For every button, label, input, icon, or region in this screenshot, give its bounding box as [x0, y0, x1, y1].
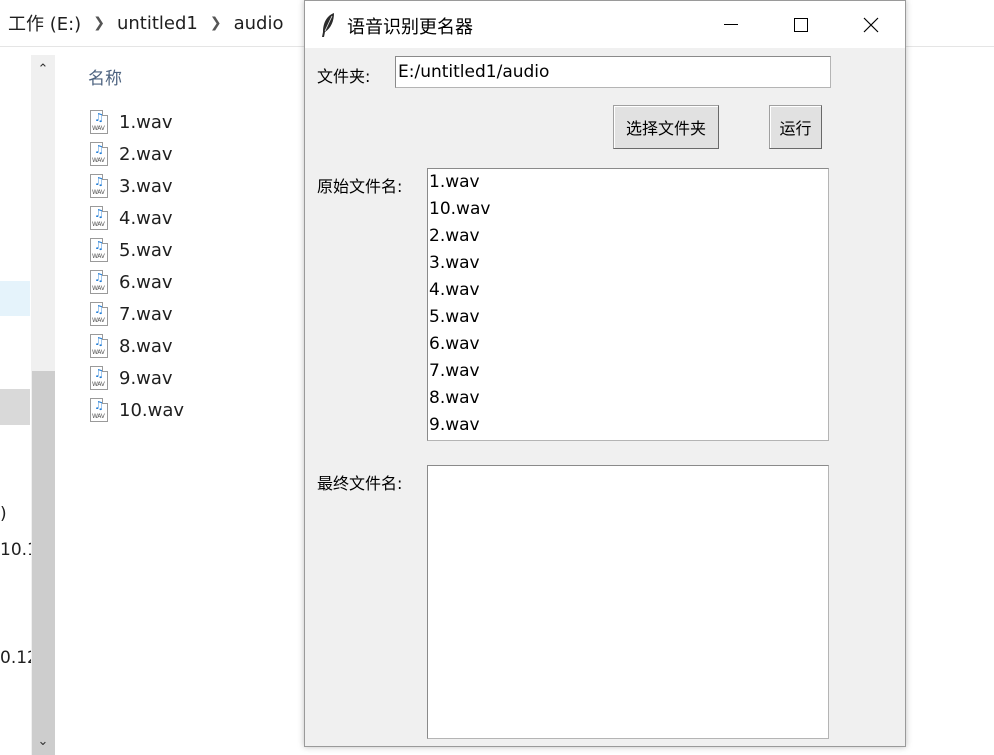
- list-item[interactable]: 2.wav: [428, 223, 828, 250]
- file-item[interactable]: ♫ WAV 7.wav: [90, 298, 184, 330]
- navigation-scrollbar[interactable]: ⌃ ⌄: [31, 55, 55, 755]
- chevron-right-icon[interactable]: ❯: [202, 15, 230, 31]
- list-item[interactable]: 6.wav: [428, 331, 828, 358]
- nav-item-hover[interactable]: [0, 389, 30, 425]
- scroll-down-icon[interactable]: ⌄: [31, 729, 55, 753]
- close-button[interactable]: [836, 1, 906, 48]
- choose-folder-button[interactable]: 选择文件夹: [613, 105, 719, 149]
- file-item[interactable]: ♫ WAV 1.wav: [90, 106, 184, 138]
- list-item[interactable]: 10.wav: [428, 196, 828, 223]
- close-icon: [863, 17, 879, 32]
- maximize-button[interactable]: [766, 1, 836, 48]
- navigation-pane[interactable]: ) 10.1 0.12: [0, 47, 38, 755]
- file-item[interactable]: ♫ WAV 2.wav: [90, 138, 184, 170]
- wav-file-icon: ♫ WAV: [90, 366, 108, 390]
- window-title: 语音识别更名器: [347, 17, 473, 38]
- file-item[interactable]: ♫ WAV 4.wav: [90, 202, 184, 234]
- wav-file-icon: ♫ WAV: [90, 206, 108, 230]
- wav-file-icon: ♫ WAV: [90, 174, 108, 198]
- file-name: 4.wav: [119, 207, 173, 229]
- final-names-listbox[interactable]: [427, 465, 829, 739]
- nav-item-selected[interactable]: [0, 281, 30, 316]
- breadcrumb-drive[interactable]: 工作 (E:): [4, 10, 85, 36]
- file-name: 1.wav: [119, 111, 173, 133]
- file-name: 2.wav: [119, 143, 173, 165]
- title-bar[interactable]: 语音识别更名器: [305, 1, 905, 48]
- original-names-listbox[interactable]: 1.wav 10.wav 2.wav 3.wav 4.wav 5.wav 6.w…: [427, 168, 829, 441]
- file-name: 9.wav: [119, 367, 173, 389]
- list-item[interactable]: 1.wav: [428, 169, 828, 196]
- wav-file-icon: ♫ WAV: [90, 142, 108, 166]
- wav-file-icon: ♫ WAV: [90, 334, 108, 358]
- folder-label: 文件夹:: [317, 67, 371, 86]
- folder-path-input[interactable]: [395, 56, 831, 88]
- file-item[interactable]: ♫ WAV 9.wav: [90, 362, 184, 394]
- original-names-label: 原始文件名:: [317, 177, 403, 196]
- file-item[interactable]: ♫ WAV 3.wav: [90, 170, 184, 202]
- wav-file-icon: ♫ WAV: [90, 270, 108, 294]
- run-button[interactable]: 运行: [769, 105, 822, 149]
- list-item[interactable]: 9.wav: [428, 412, 828, 439]
- scroll-up-icon[interactable]: ⌃: [31, 57, 55, 81]
- file-item[interactable]: ♫ WAV 10.wav: [90, 394, 184, 426]
- wav-file-icon: ♫ WAV: [90, 110, 108, 134]
- file-list: ♫ WAV 1.wav ♫ WAV 2.wav ♫ WAV 3.wav ♫ WAV 4.…: [90, 106, 184, 426]
- file-item[interactable]: ♫ WAV 5.wav: [90, 234, 184, 266]
- breadcrumb-audio[interactable]: audio: [230, 13, 288, 34]
- feather-icon: [322, 13, 334, 37]
- file-item[interactable]: ♫ WAV 8.wav: [90, 330, 184, 362]
- file-name: 3.wav: [119, 175, 173, 197]
- list-item[interactable]: 7.wav: [428, 358, 828, 385]
- final-names-label: 最终文件名:: [317, 474, 403, 493]
- nav-item-fragment[interactable]: ): [0, 504, 7, 524]
- file-name: 10.wav: [119, 399, 185, 421]
- file-name: 6.wav: [119, 271, 173, 293]
- list-item[interactable]: 4.wav: [428, 277, 828, 304]
- minimize-icon: [724, 24, 738, 25]
- list-item[interactable]: 5.wav: [428, 304, 828, 331]
- wav-file-icon: ♫ WAV: [90, 302, 108, 326]
- file-name: 8.wav: [119, 335, 173, 357]
- renamer-window: 语音识别更名器 文件夹: 选择文件夹 运行 原始文件名: 1.wav 10.wa…: [304, 0, 906, 747]
- maximize-icon: [794, 17, 808, 32]
- minimize-button[interactable]: [696, 1, 766, 48]
- breadcrumb-untitled1[interactable]: untitled1: [113, 13, 202, 34]
- wav-file-icon: ♫ WAV: [90, 398, 108, 422]
- list-item[interactable]: 3.wav: [428, 250, 828, 277]
- file-name: 5.wav: [119, 239, 173, 261]
- chevron-right-icon[interactable]: ❯: [85, 15, 113, 31]
- scrollbar-thumb[interactable]: [32, 371, 55, 755]
- wav-file-icon: ♫ WAV: [90, 238, 108, 262]
- column-header-name[interactable]: 名称: [88, 64, 122, 89]
- list-item[interactable]: 8.wav: [428, 385, 828, 412]
- desktop: 工作 (E:) ❯ untitled1 ❯ audio ) 10.1 0.12 …: [0, 0, 994, 755]
- file-name: 7.wav: [119, 303, 173, 325]
- file-item[interactable]: ♫ WAV 6.wav: [90, 266, 184, 298]
